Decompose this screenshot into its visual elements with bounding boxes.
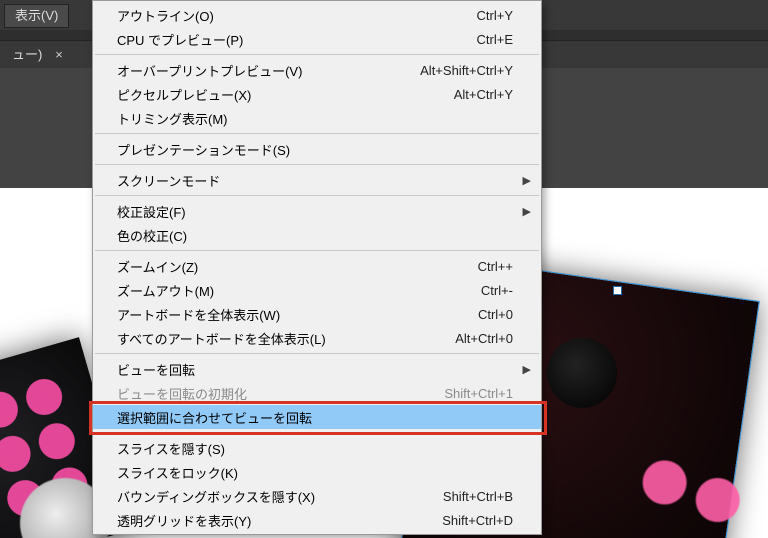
menu-item-label: 色の校正(C) xyxy=(117,226,513,245)
menu-separator xyxy=(95,164,539,165)
menu-item[interactable]: 色の校正(C) xyxy=(93,223,541,247)
menu-item[interactable]: アウトライン(O)Ctrl+Y xyxy=(93,3,541,27)
menu-separator xyxy=(95,432,539,433)
menu-item[interactable]: オーバープリントプレビュー(V)Alt+Shift+Ctrl+Y xyxy=(93,58,541,82)
menu-item[interactable]: CPU でプレビュー(P)Ctrl+E xyxy=(93,27,541,51)
menu-item-shortcut: Ctrl+Y xyxy=(477,8,513,23)
menu-item-label: トリミング表示(M) xyxy=(117,109,513,128)
menu-item-shortcut: Ctrl++ xyxy=(478,259,513,274)
menu-item-shortcut: Shift+Ctrl+1 xyxy=(444,386,513,401)
menu-item-label: すべてのアートボードを全体表示(L) xyxy=(117,329,455,348)
app-window: 表示(V) ュー) × アウトライン(O)Ctrl+YCPU でプレビュー(P)… xyxy=(0,0,768,538)
menu-item-label: 校正設定(F) xyxy=(117,202,513,221)
menu-item[interactable]: 選択範囲に合わせてビューを回転 xyxy=(93,405,541,429)
menu-item-label: ズームイン(Z) xyxy=(117,257,478,276)
menu-item-label: アウトライン(O) xyxy=(117,6,477,25)
menu-item-shortcut: Alt+Ctrl+0 xyxy=(455,331,513,346)
menu-item-shortcut: Alt+Shift+Ctrl+Y xyxy=(420,63,513,78)
menu-item-label: プレゼンテーションモード(S) xyxy=(117,140,513,159)
menu-item[interactable]: スライスを隠す(S) xyxy=(93,436,541,460)
menu-separator xyxy=(95,353,539,354)
menu-item[interactable]: スクリーンモード ▶ xyxy=(93,168,541,192)
view-menu-dropdown: アウトライン(O)Ctrl+YCPU でプレビュー(P)Ctrl+Eオーバープリ… xyxy=(92,0,542,535)
chevron-right-icon: ▶ xyxy=(523,205,531,218)
menu-item-label: 選択範囲に合わせてビューを回転 xyxy=(117,408,513,427)
menu-item-label: ビューを回転 xyxy=(117,360,513,379)
menu-item[interactable]: ピクセルプレビュー(X)Alt+Ctrl+Y xyxy=(93,82,541,106)
menu-item[interactable]: スライスをロック(K) xyxy=(93,460,541,484)
menu-item[interactable]: トリミング表示(M) xyxy=(93,106,541,130)
chevron-right-icon: ▶ xyxy=(523,363,531,376)
menu-separator xyxy=(95,250,539,251)
close-icon[interactable]: × xyxy=(48,41,70,69)
selection-handle[interactable] xyxy=(613,286,622,295)
menu-item[interactable]: ビューを回転 ▶ xyxy=(93,357,541,381)
menu-item[interactable]: 透明グリッドを表示(Y)Shift+Ctrl+D xyxy=(93,508,541,532)
menu-item[interactable]: バウンディングボックスを隠す(X)Shift+Ctrl+B xyxy=(93,484,541,508)
menu-item-shortcut: Alt+Ctrl+Y xyxy=(454,87,513,102)
menu-item-label: スライスをロック(K) xyxy=(117,463,513,482)
menu-separator xyxy=(95,54,539,55)
menu-item-label: CPU でプレビュー(P) xyxy=(117,30,477,49)
menubar-view[interactable]: 表示(V) xyxy=(4,4,69,28)
menu-item[interactable]: 校正設定(F) ▶ xyxy=(93,199,541,223)
menu-item-shortcut: Ctrl+0 xyxy=(478,307,513,322)
menu-item-label: ビューを回転の初期化 xyxy=(117,384,444,403)
menu-item-shortcut: Ctrl+- xyxy=(481,283,513,298)
menu-item-label: 透明グリッドを表示(Y) xyxy=(117,511,442,530)
menu-item-label: オーバープリントプレビュー(V) xyxy=(117,61,420,80)
document-tab[interactable]: ュー) xyxy=(0,41,54,69)
menu-item-shortcut: Shift+Ctrl+D xyxy=(442,513,513,528)
menu-item-label: バウンディングボックスを隠す(X) xyxy=(117,487,443,506)
menu-item-label: ピクセルプレビュー(X) xyxy=(117,85,454,104)
chevron-right-icon: ▶ xyxy=(523,174,531,187)
menu-item[interactable]: ズームイン(Z)Ctrl++ xyxy=(93,254,541,278)
menu-separator xyxy=(95,133,539,134)
menu-item-label: ズームアウト(M) xyxy=(117,281,481,300)
menu-item-shortcut: Shift+Ctrl+B xyxy=(443,489,513,504)
menu-separator xyxy=(95,195,539,196)
menu-item-shortcut: Ctrl+E xyxy=(477,32,513,47)
menu-item: ビューを回転の初期化Shift+Ctrl+1 xyxy=(93,381,541,405)
menu-item[interactable]: プレゼンテーションモード(S) xyxy=(93,137,541,161)
menu-item[interactable]: すべてのアートボードを全体表示(L)Alt+Ctrl+0 xyxy=(93,326,541,350)
menu-item[interactable]: ズームアウト(M)Ctrl+- xyxy=(93,278,541,302)
menu-item-label: スライスを隠す(S) xyxy=(117,439,513,458)
menu-item-label: スクリーンモード xyxy=(117,171,513,190)
menu-item[interactable]: アートボードを全体表示(W)Ctrl+0 xyxy=(93,302,541,326)
menu-item-label: アートボードを全体表示(W) xyxy=(117,305,478,324)
